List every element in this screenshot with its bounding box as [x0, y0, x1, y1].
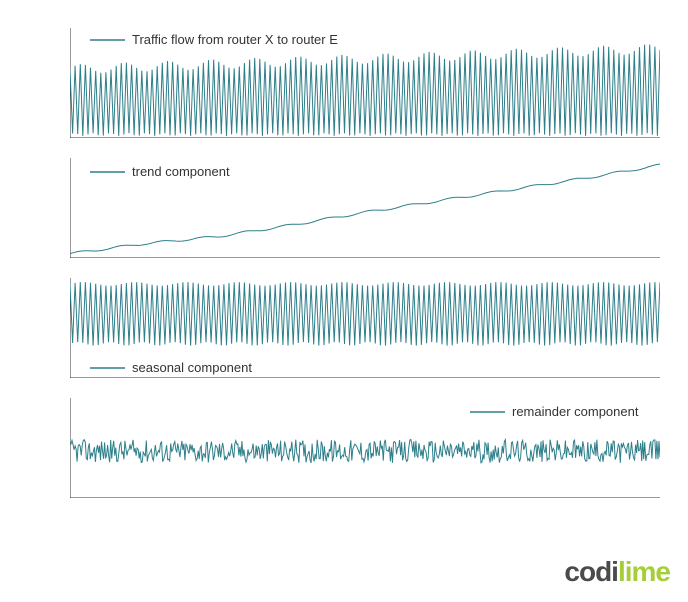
panel-traffic: 0.00.51.01.5 Gbps Traffic flow from rout…	[70, 28, 660, 138]
panel-trend: 0.280.300.32 trend component	[70, 158, 660, 258]
logo-part1: codi	[564, 556, 618, 587]
panel-seasonal: −0.50.00.5 seasonal component	[70, 278, 660, 378]
legend-traffic-label: Traffic flow from router X to router E	[132, 32, 338, 47]
panel-remainder: 0.81.01.2 remainder component Jan2023Feb…	[70, 398, 660, 498]
legend-remainder-label: remainder component	[512, 404, 639, 419]
decomposition-figure: 0.00.51.01.5 Gbps Traffic flow from rout…	[0, 0, 688, 602]
legend-trend-label: trend component	[132, 164, 230, 179]
legend-seasonal-label: seasonal component	[132, 360, 252, 375]
logo-part2: lime	[618, 556, 670, 587]
codilime-logo: codilime	[564, 556, 670, 588]
